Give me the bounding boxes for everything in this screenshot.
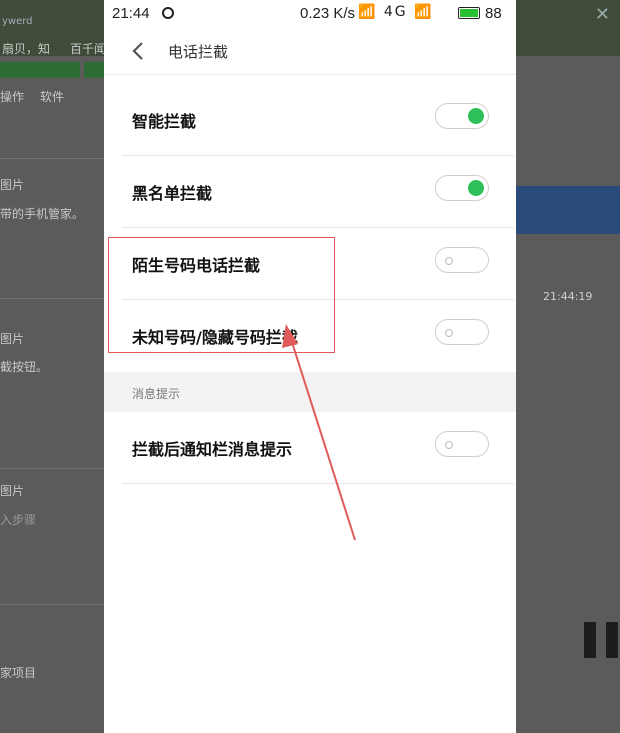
background-snippet: 百千闻 [70,42,107,56]
back-arrow-icon[interactable] [128,40,150,62]
notification-toggle[interactable] [435,431,489,457]
background-top-text: ywerd [2,16,33,27]
background-divider [0,604,104,605]
notification-circle-icon [162,7,174,19]
background-menu: 操作 [0,90,25,104]
background-divider [0,298,104,299]
smart-intercept-toggle[interactable] [435,103,489,129]
background-button [606,622,618,658]
toggle-knob [445,257,453,265]
background-tab [0,62,80,78]
toggle-knob [445,329,453,337]
unknown-hidden-toggle[interactable] [435,319,489,345]
toggle-knob [468,180,484,196]
background-blue-panel [516,186,620,234]
background-menu: 软件 [40,90,65,104]
signal-icons: 📶 4G 📶 [358,4,434,20]
background-label: 图片 [0,178,25,192]
background-label: 图片 [0,484,25,498]
blacklist-toggle[interactable] [435,175,489,201]
stranger-intercept-toggle[interactable] [435,247,489,273]
background-desc: 入步骤 [0,513,37,527]
background-close-icon: ✕ [594,4,610,25]
section-title: 消息提示 [132,387,181,401]
background-bottom-text: 家项目 [0,666,37,680]
page-header: 电话拦截 [104,28,516,75]
toggle-knob [445,441,453,449]
background-label: 图片 [0,332,25,346]
background-button [584,622,596,658]
background-timestamp: 21:44:19 [543,290,593,303]
setting-row-smart-intercept: 智能拦截 [122,84,514,156]
setting-label: 智能拦截 [132,112,197,131]
background-desc: 带的手机管家。 [0,207,85,221]
network-speed: 0.23 K/s [300,5,356,22]
battery-level: 88 [485,5,502,22]
setting-label: 黑名单拦截 [132,184,213,203]
status-time: 21:44 [112,5,150,22]
background-divider [0,468,104,469]
background-desc: 截按钮。 [0,360,49,374]
background-divider [0,158,104,159]
setting-row-blacklist: 黑名单拦截 [122,156,514,228]
page-title: 电话拦截 [168,43,229,61]
status-bar: 21:44 0.23 K/s 📶 4G 📶 88 [104,0,516,28]
background-snippet: 扇贝，知 [2,42,51,56]
toggle-knob [468,108,484,124]
battery-icon [458,7,480,19]
setting-label: 拦截后通知栏消息提示 [132,440,293,459]
background-tab [84,62,104,78]
annotation-arrow-icon [282,324,356,541]
